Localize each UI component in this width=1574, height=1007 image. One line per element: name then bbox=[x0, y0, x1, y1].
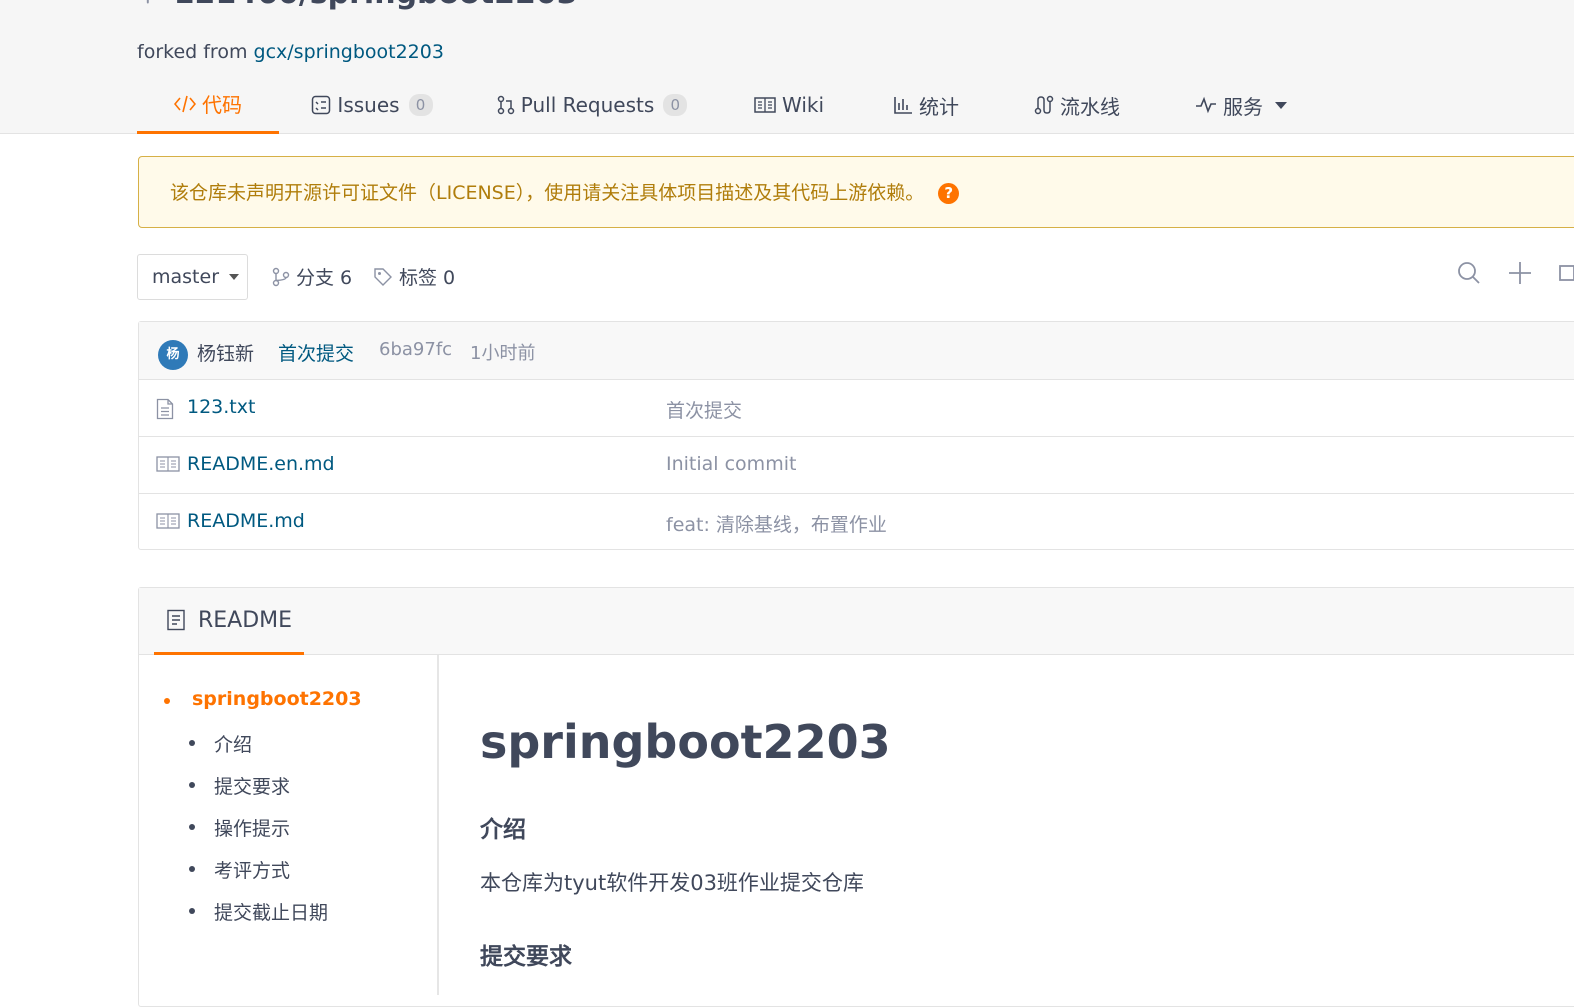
book-icon bbox=[754, 96, 776, 114]
toc-item[interactable]: 提交要求 bbox=[188, 772, 290, 799]
tab-stats[interactable]: 统计 bbox=[889, 76, 963, 134]
tab-pipeline-label: 流水线 bbox=[1060, 94, 1120, 119]
forked-prefix: forked from bbox=[137, 41, 248, 63]
pull-request-icon bbox=[497, 95, 515, 115]
toc-item[interactable]: 操作提示 bbox=[188, 814, 290, 841]
tags-link[interactable]: 标签 0 bbox=[373, 263, 455, 290]
file-commit-message[interactable]: 首次提交 bbox=[666, 396, 742, 423]
toc-item[interactable]: 介绍 bbox=[188, 730, 252, 757]
commit-author[interactable]: 杨钰新 bbox=[197, 339, 254, 366]
file-name-link[interactable]: README.md bbox=[187, 510, 305, 532]
section-heading: 提交要求 bbox=[480, 944, 572, 970]
avatar[interactable]: 杨 bbox=[158, 340, 188, 370]
readme-book-icon bbox=[156, 512, 180, 530]
forked-source-link[interactable]: gcx/springboot2203 bbox=[254, 41, 444, 63]
tab-pipeline[interactable]: 流水线 bbox=[1029, 76, 1125, 134]
section-paragraph: 本仓库为tyut软件开发03班作业提交仓库 bbox=[480, 871, 864, 895]
code-icon bbox=[174, 95, 196, 113]
file-row[interactable]: README.en.md Initial commit bbox=[139, 437, 1574, 494]
readme-book-icon bbox=[156, 455, 180, 473]
pulse-icon bbox=[1195, 96, 1217, 114]
readme-toc: springboot2203 介绍 提交要求 操作提示 考评方式 提交截止日期 bbox=[139, 655, 439, 995]
readme-panel: README springboot2203 介绍 提交要求 操作提示 考评方式 … bbox=[138, 587, 1574, 1007]
issues-count-badge: 0 bbox=[408, 94, 433, 116]
help-icon[interactable]: ? bbox=[938, 183, 960, 204]
pipeline-icon bbox=[1034, 95, 1054, 115]
notice-message: 该仓库未声明开源许可证文件（LICENSE），使用请关注具体项目描述及其代码上游… bbox=[170, 182, 925, 204]
toc-item[interactable]: 提交截止日期 bbox=[188, 898, 328, 925]
file-text-icon bbox=[156, 398, 174, 420]
file-row[interactable]: 123.txt 首次提交 bbox=[139, 380, 1574, 437]
file-name-link[interactable]: 123.txt bbox=[187, 396, 255, 418]
branch-icon bbox=[272, 267, 290, 287]
tab-services-label: 服务 bbox=[1223, 94, 1263, 119]
tab-pull-requests-label: Pull Requests bbox=[520, 93, 655, 117]
tab-wiki[interactable]: Wiki bbox=[749, 76, 829, 134]
pull-requests-count-badge: 0 bbox=[663, 94, 688, 116]
license-notice-text: 该仓库未声明开源许可证文件（LICENSE），使用请关注具体项目描述及其代码上游… bbox=[170, 178, 960, 205]
tags-label: 标签 0 bbox=[399, 267, 456, 289]
tab-pull-requests[interactable]: Pull Requests 0 bbox=[497, 76, 688, 134]
latest-commit: 杨 杨钰新 首次提交 6ba97fc 1小时前 bbox=[139, 322, 1574, 380]
toc-item-main[interactable]: springboot2203 bbox=[164, 688, 362, 710]
branch-select[interactable]: master bbox=[137, 254, 248, 300]
readme-title: springboot2203 bbox=[480, 715, 891, 769]
file-list: 杨 杨钰新 首次提交 6ba97fc 1小时前 123.txt 首次提交 REA… bbox=[138, 321, 1574, 550]
fork-icon: ⑂ bbox=[140, 0, 156, 10]
branches-link[interactable]: 分支 6 bbox=[272, 263, 352, 290]
commit-sha[interactable]: 6ba97fc bbox=[379, 339, 452, 360]
file-name-link[interactable]: README.en.md bbox=[187, 453, 335, 475]
branch-select-value: master bbox=[152, 266, 220, 288]
file-row[interactable]: README.md feat: 清除基线，布置作业 bbox=[139, 494, 1574, 551]
tab-wiki-label: Wiki bbox=[781, 93, 825, 117]
forked-from: forked from gcx/springboot2203 bbox=[137, 41, 444, 63]
tag-icon bbox=[373, 267, 393, 287]
section-heading: 介绍 bbox=[480, 817, 526, 843]
repo-title[interactable]: ⑂ 121460/springboot2203 bbox=[140, 0, 578, 11]
toc-item[interactable]: 考评方式 bbox=[188, 856, 290, 883]
repo-title-text[interactable]: 121460/springboot2203 bbox=[174, 0, 578, 11]
document-icon bbox=[166, 609, 186, 631]
tab-code-label: 代码 bbox=[202, 93, 242, 117]
tab-issues[interactable]: Issues 0 bbox=[309, 76, 435, 134]
clone-icon[interactable] bbox=[1558, 260, 1574, 286]
file-commit-message[interactable]: feat: 清除基线，布置作业 bbox=[666, 510, 887, 537]
file-commit-message[interactable]: Initial commit bbox=[666, 453, 796, 475]
issues-icon bbox=[311, 95, 331, 115]
chevron-down-icon bbox=[229, 274, 240, 280]
search-icon[interactable] bbox=[1456, 260, 1482, 286]
chart-icon bbox=[893, 96, 913, 114]
chevron-down-icon bbox=[1275, 101, 1287, 109]
tab-stats-label: 统计 bbox=[919, 94, 959, 119]
plus-icon[interactable] bbox=[1507, 260, 1533, 286]
tab-readme[interactable]: README bbox=[154, 588, 304, 655]
tab-code[interactable]: 代码 bbox=[137, 76, 279, 134]
license-notice: 该仓库未声明开源许可证文件（LICENSE），使用请关注具体项目描述及其代码上游… bbox=[138, 156, 1574, 228]
readme-tab-label: README bbox=[198, 607, 293, 633]
tab-issues-label: Issues bbox=[337, 93, 400, 117]
tab-services[interactable]: 服务 bbox=[1191, 76, 1291, 134]
repo-header: ⑂ 121460/springboot2203 forked from gcx/s… bbox=[0, 0, 1574, 134]
branches-label: 分支 6 bbox=[296, 267, 353, 289]
commit-message-link[interactable]: 首次提交 bbox=[278, 339, 354, 366]
readme-header: README bbox=[139, 588, 1574, 655]
commit-time: 1小时前 bbox=[470, 343, 536, 364]
